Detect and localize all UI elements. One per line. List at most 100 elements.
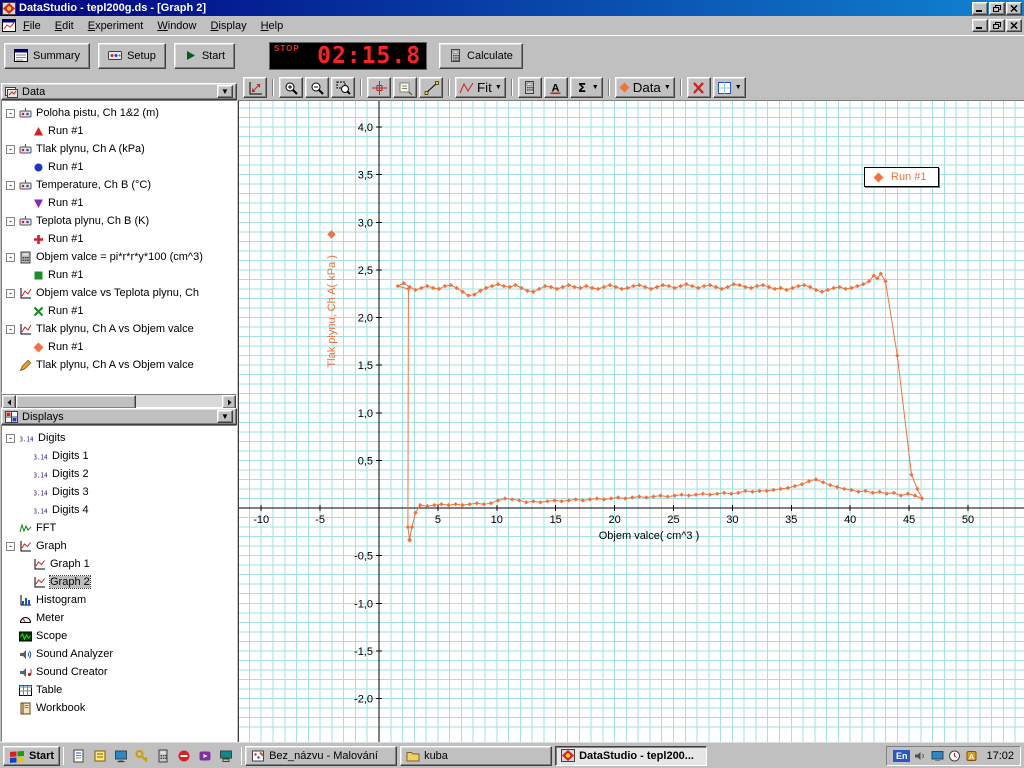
menu-edit[interactable]: Edit [48,18,81,34]
run-item[interactable]: Run #1 [2,338,236,356]
display-item[interactable]: Histogram [2,591,236,609]
display-child-item[interactable]: 3.14 Digits 2 [2,465,236,483]
graph-settings-dropdown[interactable]: ▼ [712,77,746,98]
display-item[interactable]: Workbook [2,699,236,717]
data-item[interactable]: - Objem valce = pi*r*r*y*100 (cm^3) [2,248,236,266]
document-icon[interactable] [70,747,88,765]
start-button[interactable]: Start [173,42,236,69]
notes-icon[interactable] [91,747,109,765]
display-item[interactable]: FFT [2,519,236,537]
expand-toggle[interactable]: - [6,541,15,551]
summary-button[interactable]: Summary [4,42,91,69]
data-item[interactable]: - Poloha pistu, Ch 1&2 (m) [2,104,236,122]
task-button[interactable]: Bez_názvu - Malování [245,745,398,766]
smart-tool-button[interactable] [367,77,391,98]
calculator-button[interactable] [517,77,542,98]
start-menu-button[interactable]: Start [3,745,61,766]
data-item[interactable]: - Tlak plynu, Ch A vs Objem valce [2,320,236,338]
run-item[interactable]: Run #1 [2,194,236,212]
annotation-tool-button[interactable] [393,77,417,98]
expand-toggle[interactable]: - [6,433,15,443]
text-annotation-button[interactable]: A [543,77,568,98]
calculator-small-icon[interactable] [154,747,172,765]
expand-toggle[interactable]: - [6,288,15,298]
network-icon[interactable] [217,747,235,765]
data-item[interactable]: - Objem valce vs Teplota plynu, Ch [2,284,236,302]
scrollbar-thumb[interactable] [16,395,136,409]
y-axis-title[interactable]: Tlak plynu, Ch A( kPa ) ◆ [325,229,338,368]
display-child-item[interactable]: Graph 1 [2,555,236,573]
display-item[interactable]: Sound Creator [2,663,236,681]
display-child-item[interactable]: 3.14 Digits 1 [2,447,236,465]
x-axis-title[interactable]: Objem valce( cm^3 ) [569,530,729,542]
child-close-button[interactable] [1006,19,1022,32]
restore-button[interactable] [989,1,1005,15]
data-item[interactable]: - Temperature, Ch B (°C) [2,176,236,194]
expand-toggle[interactable]: - [6,144,15,154]
data-item[interactable]: Tlak plynu, Ch A vs Objem valce [2,356,236,374]
expand-toggle[interactable]: - [6,252,15,262]
displays-panel-dropdown-button[interactable]: ▼ [217,410,233,423]
display-item[interactable]: Scope [2,627,236,645]
menu-display[interactable]: Display [204,18,254,34]
expand-toggle[interactable]: - [6,180,15,190]
desktop-icon[interactable] [112,747,130,765]
display-item[interactable]: Sound Analyzer [2,645,236,663]
menu-window[interactable]: Window [150,18,203,34]
slope-tool-button[interactable] [419,77,443,98]
close-button[interactable] [1006,1,1022,15]
scroll-right-button[interactable] [222,395,236,409]
scale-to-fit-button[interactable] [243,77,267,98]
task-button[interactable]: kuba [400,745,553,766]
display-item[interactable]: Table [2,681,236,699]
zoom-out-button[interactable] [305,77,329,98]
child-minimize-button[interactable] [972,19,988,32]
media-icon[interactable] [196,747,214,765]
antivirus-icon[interactable]: A [965,750,978,762]
run-item[interactable]: Run #1 [2,230,236,248]
graph-area[interactable]: -10 -5 5 10 15 20 25 30 35 40 45 50 4,0 3,5 3,0 2,5 2,0 1… [238,100,1024,742]
display-child-item[interactable]: 3.14 Digits 3 [2,483,236,501]
volume-icon[interactable] [914,750,927,762]
data-panel-header[interactable]: Data ▼ [1,83,237,100]
run-item[interactable]: Run #1 [2,302,236,320]
menu-help[interactable]: Help [254,18,291,34]
scheduler-icon[interactable] [948,750,961,762]
expand-toggle[interactable]: - [6,216,15,226]
expand-toggle[interactable]: - [6,324,15,334]
run-item[interactable]: Run #1 [2,158,236,176]
zoom-select-button[interactable] [331,77,355,98]
display-item[interactable]: - Graph [2,537,236,555]
remove-button[interactable] [686,77,711,98]
scroll-left-button[interactable] [2,395,16,409]
child-restore-button[interactable] [989,19,1005,32]
fit-dropdown[interactable]: Fit ▼ [455,77,506,98]
displays-panel-header[interactable]: Displays ▼ [1,408,237,425]
legend[interactable]: Run #1 [864,167,940,187]
statistics-dropdown[interactable]: Σ ▼ [569,77,603,98]
stop-sign-icon[interactable] [175,747,193,765]
windows-flag-icon [9,749,25,763]
run-item[interactable]: Run #1 [2,266,236,284]
display-item[interactable]: Meter [2,609,236,627]
data-panel-dropdown-button[interactable]: ▼ [217,85,233,98]
display-icon[interactable] [931,750,944,762]
minimize-button[interactable] [972,1,988,15]
expand-toggle[interactable]: - [6,108,15,118]
menu-experiment[interactable]: Experiment [81,18,151,34]
task-button[interactable]: DataStudio - tepl200... [555,745,708,766]
data-dropdown[interactable]: Data ▼ [614,77,675,98]
language-indicator[interactable]: En [892,749,911,762]
display-child-item[interactable]: 3.14 Digits 4 [2,501,236,519]
display-item[interactable]: -3.14 Digits [2,429,236,447]
key-icon[interactable] [133,747,151,765]
setup-button[interactable]: Setup [98,42,166,69]
data-item[interactable]: - Tlak plynu, Ch A (kPa) [2,140,236,158]
data-item[interactable]: - Teplota plynu, Ch B (K) [2,212,236,230]
display-child-item[interactable]: Graph 2 [2,573,236,591]
calculate-button[interactable]: Calculate [439,42,523,69]
run-item[interactable]: Run #1 [2,122,236,140]
menu-file[interactable]: File [16,18,48,34]
graph-plot[interactable]: -10 -5 5 10 15 20 25 30 35 40 45 50 4,0 3,5 3,0 2,5 2,0 1… [239,101,1024,742]
zoom-in-button[interactable] [279,77,303,98]
